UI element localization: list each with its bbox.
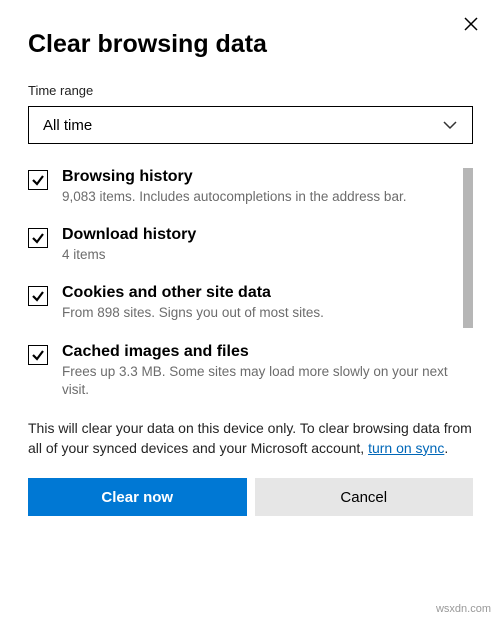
turn-on-sync-link[interactable]: turn on sync	[368, 440, 444, 456]
list-item: Cookies and other site data From 898 sit…	[28, 284, 455, 322]
data-types-list: Browsing history 9,083 items. Includes a…	[28, 168, 473, 399]
check-icon	[31, 231, 45, 245]
footer-note: This will clear your data on this device…	[28, 419, 473, 458]
checkbox-cached[interactable]	[28, 345, 48, 365]
close-icon	[464, 17, 478, 31]
dialog-title: Clear browsing data	[28, 30, 473, 59]
chevron-down-icon	[442, 117, 458, 133]
cancel-button[interactable]: Cancel	[255, 478, 474, 516]
time-range-label: Time range	[28, 83, 473, 98]
clear-browsing-data-dialog: Clear browsing data Time range All time …	[0, 0, 501, 534]
close-button[interactable]	[461, 14, 481, 34]
clear-now-button[interactable]: Clear now	[28, 478, 247, 516]
item-title: Cookies and other site data	[62, 284, 324, 302]
list-item: Browsing history 9,083 items. Includes a…	[28, 168, 455, 206]
check-icon	[31, 348, 45, 362]
time-range-select[interactable]: All time	[28, 106, 473, 144]
item-desc: From 898 sites. Signs you out of most si…	[62, 304, 324, 322]
item-desc: 4 items	[62, 246, 196, 264]
checkbox-download-history[interactable]	[28, 228, 48, 248]
item-desc: Frees up 3.3 MB. Some sites may load mor…	[62, 363, 455, 399]
list-item: Download history 4 items	[28, 226, 455, 264]
check-icon	[31, 289, 45, 303]
item-title: Cached images and files	[62, 343, 455, 361]
dialog-buttons: Clear now Cancel	[28, 478, 473, 516]
scrollbar-thumb[interactable]	[463, 168, 473, 328]
check-icon	[31, 173, 45, 187]
item-title: Browsing history	[62, 168, 406, 186]
time-range-value: All time	[43, 117, 92, 134]
footer-text-after: .	[444, 440, 448, 456]
checkbox-browsing-history[interactable]	[28, 170, 48, 190]
item-title: Download history	[62, 226, 196, 244]
checkbox-cookies[interactable]	[28, 286, 48, 306]
watermark: wsxdn.com	[436, 603, 491, 615]
list-item: Cached images and files Frees up 3.3 MB.…	[28, 343, 455, 399]
item-desc: 9,083 items. Includes autocompletions in…	[62, 188, 406, 206]
